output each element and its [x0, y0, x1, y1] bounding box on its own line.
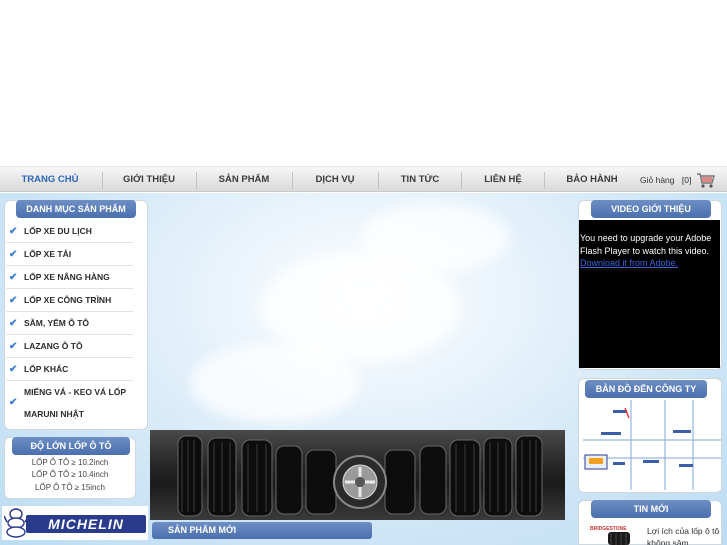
cart-label: Giỏ hàng — [640, 175, 675, 185]
cloud-decoration — [190, 343, 360, 423]
michelin-mascot-icon — [4, 508, 28, 538]
cloud-decoration — [360, 203, 510, 273]
map-panel-title: BẢN ĐỒ ĐẾN CÔNG TY — [585, 380, 707, 398]
new-products-title: SẢN PHẨM MỚI — [152, 522, 372, 539]
video-panel-title: VIDEO GIỚI THIỆU — [591, 200, 711, 218]
category-item-line: MIẾNG VÁ - KEO VÁ LỐP — [24, 387, 127, 397]
nav-divider — [292, 172, 293, 189]
nav-warranty[interactable]: BẢO HÀNH — [550, 167, 634, 193]
flash-player-placeholder: You need to upgrade your Adobe Flash Pla… — [579, 220, 720, 368]
category-item[interactable]: ✔ MIẾNG VÁ - KEO VÁ LỐP MARUNI NHẬT — [6, 381, 133, 425]
nav-contact[interactable]: LIÊN HỆ — [467, 167, 539, 193]
nav-about[interactable]: GIỚI THIỆU — [108, 167, 190, 193]
flash-upgrade-message: You need to upgrade your Adobe Flash Pla… — [580, 233, 712, 256]
tire-size-title: ĐỘ LỚN LỐP Ô TÔ — [12, 437, 130, 455]
check-icon: ✔ — [9, 272, 18, 283]
nav-home[interactable]: TRANG CHỦ — [8, 167, 92, 193]
nav-products[interactable]: SẢN PHẨM — [202, 167, 286, 193]
tire-size-link[interactable]: LỐP Ô TÔ ≥ 10.4inch — [4, 470, 136, 479]
check-icon: ✔ — [9, 397, 18, 408]
tire-size-link[interactable]: LỐP Ô TÔ ≥ 15inch — [4, 483, 136, 492]
news-thumbnail-image[interactable]: BRIDGESTONE — [588, 524, 634, 545]
new-products-section: SẢN PHẨM MỚI — [152, 520, 372, 540]
category-item[interactable]: ✔ LỐP XE NÂNG HÀNG — [6, 266, 133, 289]
check-icon: ✔ — [9, 341, 18, 352]
category-panel-title: DANH MỤC SẢN PHẨM — [16, 200, 136, 218]
check-icon: ✔ — [9, 364, 18, 375]
flash-download-link[interactable]: Download it from Adobe. — [580, 258, 678, 268]
news-panel-title: TIN MỚI — [591, 500, 711, 518]
michelin-logo: MICHELIN — [26, 515, 146, 533]
category-item[interactable]: ✔ SĂM, YẾM Ô TÔ — [6, 312, 133, 335]
check-icon: ✔ — [9, 295, 18, 306]
nav-divider — [196, 172, 197, 189]
company-map-image[interactable] — [583, 400, 721, 490]
check-icon: ✔ — [9, 318, 18, 329]
nav-divider — [544, 172, 545, 189]
cart-link[interactable]: Giỏ hàng [0] — [640, 167, 691, 193]
main-nav: TRANG CHỦ GIỚI THIỆU SẢN PHẨM DỊCH VỤ TI… — [0, 166, 727, 192]
news-item-link[interactable]: Lợi ích của lốp ô tô không săm — [647, 525, 723, 545]
nav-services[interactable]: DỊCH VỤ — [298, 167, 372, 193]
nav-divider — [102, 172, 103, 189]
category-item[interactable]: ✔ LỐP KHÁC — [6, 358, 133, 381]
cart-count: [0] — [681, 175, 692, 185]
tire-showcase-banner — [150, 430, 565, 520]
nav-news[interactable]: TIN TỨC — [384, 167, 456, 193]
nav-divider — [378, 172, 379, 189]
tire-lineup-image — [177, 435, 543, 517]
check-icon: ✔ — [9, 249, 18, 260]
category-item-line: MARUNI NHẬT — [24, 409, 84, 419]
svg-text:BRIDGESTONE: BRIDGESTONE — [590, 526, 627, 532]
shopping-cart-icon[interactable] — [696, 171, 716, 189]
header-banner — [0, 0, 727, 166]
category-item[interactable]: ✔ LAZANG Ô TÔ — [6, 335, 133, 358]
nav-divider — [461, 172, 462, 189]
category-item[interactable]: ✔ LỐP XE DU LỊCH — [6, 220, 133, 243]
check-icon: ✔ — [9, 226, 18, 237]
tire-size-link[interactable]: LỐP Ô TÔ ≥ 10.2inch — [4, 458, 136, 467]
category-item[interactable]: ✔ LỐP XE TẢI — [6, 243, 133, 266]
category-item[interactable]: ✔ LỐP XE CÔNG TRÌNH — [6, 289, 133, 312]
michelin-banner[interactable]: MICHELIN — [2, 506, 148, 540]
